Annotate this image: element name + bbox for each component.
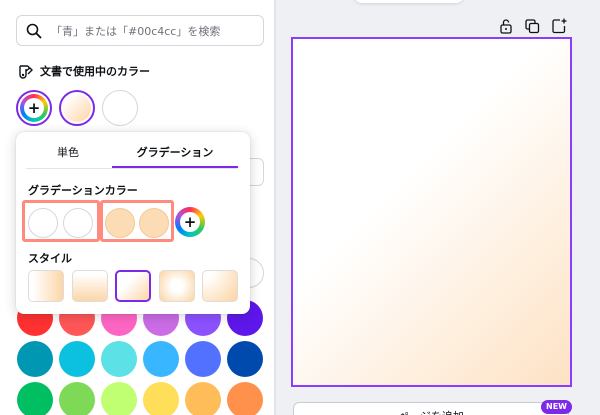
peach-stops-highlight xyxy=(100,200,174,242)
rainbow-ring-icon: + xyxy=(20,94,48,122)
add-page-icon[interactable] xyxy=(550,17,568,35)
color-search-box[interactable] xyxy=(16,15,264,46)
color-swatch[interactable] xyxy=(227,341,263,377)
tab-gradient[interactable]: グラデーション xyxy=(112,144,238,168)
style-heading: スタイル xyxy=(28,252,72,265)
document-colors-label: 文書で使用中のカラー xyxy=(40,65,150,78)
color-swatch[interactable] xyxy=(143,382,179,415)
panel-scrollbar[interactable] xyxy=(274,0,276,415)
add-page-button[interactable]: ページを追加 xyxy=(293,402,569,415)
color-swatch[interactable] xyxy=(101,382,137,415)
color-swatch[interactable] xyxy=(17,341,53,377)
new-badge: NEW xyxy=(541,400,572,414)
gradient-stop-1[interactable] xyxy=(28,208,58,238)
top-floating-bar xyxy=(354,0,464,3)
style-radial[interactable] xyxy=(159,270,195,302)
document-colors-heading: 文書で使用中のカラー xyxy=(16,62,150,80)
style-linear-horizontal[interactable] xyxy=(28,270,64,302)
lock-icon[interactable] xyxy=(497,17,515,35)
document-white-swatch[interactable] xyxy=(102,90,138,126)
color-swatch[interactable] xyxy=(185,341,221,377)
color-search-input[interactable] xyxy=(51,20,256,42)
duplicate-icon[interactable] xyxy=(523,17,541,35)
style-radial-corner[interactable] xyxy=(202,270,238,302)
color-swatch[interactable] xyxy=(185,382,221,415)
design-page-canvas[interactable] xyxy=(291,37,572,387)
add-color-button[interactable]: + xyxy=(16,90,52,126)
plus-icon: + xyxy=(180,212,200,232)
color-swatch[interactable] xyxy=(59,341,95,377)
white-stops-highlight xyxy=(22,200,100,242)
active-tab-indicator xyxy=(112,166,238,168)
color-swatch[interactable] xyxy=(227,382,263,415)
color-swatch[interactable] xyxy=(143,341,179,377)
document-palette-icon xyxy=(19,65,33,79)
color-swatch[interactable] xyxy=(17,382,53,415)
search-icon xyxy=(26,23,42,39)
color-swatch[interactable] xyxy=(101,341,137,377)
gradient-stop-2[interactable] xyxy=(63,208,93,238)
style-linear-diagonal[interactable] xyxy=(115,270,151,302)
style-linear-vertical[interactable] xyxy=(72,270,108,302)
gradient-stop-4[interactable] xyxy=(139,208,169,238)
color-picker-popover: 単色 グラデーション グラデーションカラー + スタイル xyxy=(16,132,250,314)
add-gradient-stop-button[interactable]: + xyxy=(175,207,205,237)
document-gradient-swatch[interactable] xyxy=(59,90,95,126)
gradient-colors-heading: グラデーションカラー xyxy=(28,184,138,197)
tab-solid-color[interactable]: 単色 xyxy=(26,144,110,168)
plus-icon: + xyxy=(24,98,44,118)
gradient-stop-3[interactable] xyxy=(105,208,135,238)
tabs-divider xyxy=(26,168,238,169)
color-swatch[interactable] xyxy=(59,382,95,415)
